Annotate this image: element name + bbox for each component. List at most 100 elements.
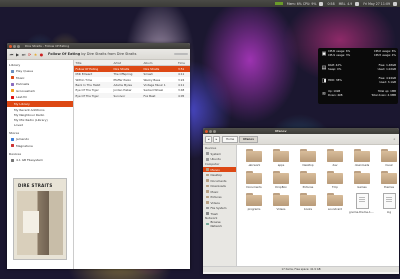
jamendo-icon: [11, 137, 14, 141]
album-cover: DIRE STRAITS: [13, 178, 67, 260]
close-button[interactable]: [9, 44, 12, 48]
search-icon[interactable]: ⌕: [392, 137, 397, 142]
file-item[interactable]: apps: [268, 149, 294, 167]
swap-usage: Swap: 0%: [328, 66, 342, 71]
folder-icon: [246, 149, 262, 162]
sidebar-item-label: Trash: [210, 211, 218, 216]
cpu-graph-indicator[interactable]: [274, 2, 283, 5]
file-item[interactable]: Games: [349, 171, 375, 189]
folder-icon: [206, 190, 209, 193]
cpu3-usage: CPU3 usage: 4%: [373, 52, 396, 57]
folder-icon: [246, 193, 262, 206]
sidebar-item-label: Last.fm: [16, 95, 28, 100]
player-toolbar: ⏮ ▶ ⏭ ⟳ ★ ● Follow Of Eating by Dire Str…: [7, 49, 190, 60]
file-item[interactable]: Pictures: [295, 171, 321, 189]
hdd-used: Used: 3.1GB: [379, 79, 396, 84]
cpu-icon: ▣: [321, 50, 327, 57]
file-item[interactable]: themes: [376, 171, 399, 189]
file-name: Videos: [276, 207, 286, 211]
memory-icon: ▤: [321, 64, 327, 71]
previous-icon[interactable]: ⏮: [9, 52, 14, 57]
sidebar-item-label: Grooveshark: [16, 88, 36, 93]
table-row[interactable]: Eye Of The Tiger Survivor Fox Best 4:05: [74, 93, 190, 99]
top-panel: Mem: 6% CPU: 9% 0:58 MB↓ 4.9 Fri May 27 …: [0, 0, 400, 7]
sidebar-item-browse-network[interactable]: Browse Network: [203, 220, 236, 228]
volume-slider[interactable]: [174, 53, 188, 55]
sidebar-item-label: Videos: [210, 200, 220, 205]
file-item[interactable]: programs: [241, 193, 267, 211]
sidebar-subitem[interactable]: Loved: [7, 123, 73, 128]
file-name: downloads: [354, 163, 370, 167]
podcast-icon: [11, 82, 14, 86]
mail-icon[interactable]: [355, 1, 360, 6]
sidebar-item-label: Downloads: [210, 184, 226, 189]
breadcrumb-current[interactable]: lifanov: [239, 135, 259, 143]
file-item[interactable]: soundcard: [322, 193, 348, 211]
file-item[interactable]: log: [376, 193, 399, 214]
file-name: soundcard: [327, 207, 343, 211]
file-name: Tmp: [332, 185, 338, 189]
volume-indicator[interactable]: MB↓ 4.9: [339, 2, 353, 6]
folder-icon: [354, 149, 370, 162]
sidebar-item-label: Music: [210, 189, 219, 194]
sidebar-item-label: Pictures: [210, 195, 222, 200]
folder-icon: [381, 149, 397, 162]
file-name: log: [386, 210, 392, 214]
battery-indicator[interactable]: 0:58: [327, 2, 334, 6]
file-item[interactable]: downloads: [349, 149, 375, 167]
sidebar-item-label: System: [210, 151, 221, 156]
network-icon: [206, 222, 209, 226]
clock[interactable]: Fri May 27 11:09: [363, 2, 390, 6]
file-item[interactable]: -abcwork: [241, 149, 267, 167]
sidebar-item-magnatune[interactable]: Magnatune: [7, 142, 73, 149]
cpu1-usage: CPU1 usage: 3%: [328, 52, 351, 57]
folder-icon: [273, 149, 289, 162]
file-item[interactable]: Tmp: [322, 171, 348, 189]
sysmon-indicator[interactable]: Mem: 6% CPU: 9%: [287, 2, 317, 6]
window-title: lifanov: [275, 129, 287, 133]
maximize-button[interactable]: [17, 44, 20, 48]
file-name: apps: [277, 163, 285, 167]
file-item[interactable]: books: [295, 193, 321, 211]
file-item[interactable]: DropBox: [268, 171, 294, 189]
minimize-button[interactable]: [209, 129, 212, 133]
maximize-button[interactable]: [213, 129, 216, 133]
music-icon: [11, 76, 14, 80]
minimize-button[interactable]: [13, 44, 16, 48]
file-item[interactable]: Desktop: [295, 149, 321, 167]
power-icon[interactable]: [393, 1, 397, 6]
album-window-shape: [23, 211, 39, 233]
repeat-icon[interactable]: ⟳: [27, 52, 32, 57]
close-button[interactable]: [205, 129, 208, 133]
play-icon[interactable]: ▶: [15, 52, 20, 57]
folder-icon: [300, 193, 316, 206]
places-sidebar: Devices System Ubuntu Computer lifanov D…: [203, 145, 237, 266]
now-playing-title: Follow Of Eating: [48, 52, 81, 56]
file-item[interactable]: Documents: [241, 171, 267, 189]
folder-icon: [327, 193, 343, 206]
sidebar-item-label: Ubuntu: [210, 157, 221, 162]
file-name: Games: [357, 185, 367, 189]
file-item[interactable]: Videos: [268, 193, 294, 211]
file-item[interactable]: gnome-theme-1.0.tar.bz2: [349, 193, 375, 214]
document-icon: [382, 193, 396, 209]
forward-icon[interactable]: ▸: [213, 135, 220, 143]
sidebar-item-label: Music: [16, 75, 25, 80]
back-icon[interactable]: ◂: [205, 135, 212, 143]
next-icon[interactable]: ⏭: [21, 52, 26, 57]
sidebar-item-label: Documents: [210, 178, 227, 183]
sidebar-item-label: 4.1 GB Filesystem: [16, 158, 43, 162]
network-icon[interactable]: [319, 1, 324, 6]
track-table: Title Artist Album Time Follow Of Eating…: [74, 60, 190, 99]
breadcrumb-home[interactable]: Home: [222, 135, 239, 143]
file-item[interactable]: dev: [322, 149, 348, 167]
sidebar-item-label: lifanov: [210, 167, 220, 172]
track-album-cell: Fox Best: [141, 93, 177, 99]
hdd-usage: HDD: 38%: [328, 77, 342, 82]
record-icon[interactable]: ●: [39, 52, 44, 57]
sidebar-item-filesystem[interactable]: 4.1 GB Filesystem: [7, 157, 73, 164]
file-item[interactable]: music: [376, 149, 399, 167]
shuffle-icon[interactable]: ★: [33, 52, 38, 57]
file-name: Documents: [246, 185, 262, 189]
file-name: music: [385, 163, 393, 167]
